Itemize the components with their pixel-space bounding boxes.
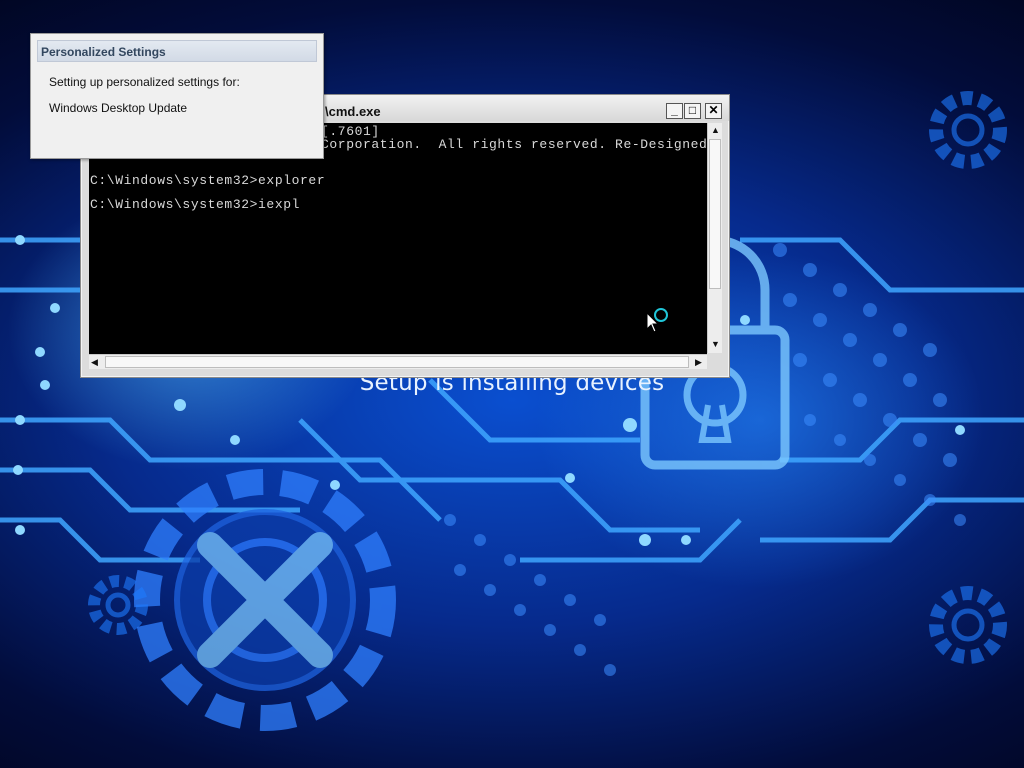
cmd-window-title: \cmd.exe [325,104,381,119]
console-line: Corporation. All rights reserved. Re-Des… [321,137,707,152]
dialog-component-name: Windows Desktop Update [49,101,188,115]
personalized-settings-dialog: Personalized Settings Setting up persona… [30,33,324,159]
vertical-scrollbar[interactable]: ▲ ▼ [707,123,722,353]
minimize-button[interactable]: _ [666,103,683,119]
dialog-title: Personalized Settings [41,45,166,59]
vertical-scroll-thumb[interactable] [709,139,721,289]
dialog-header: Personalized Settings [37,40,317,62]
scroll-right-arrow-icon[interactable]: ▶ [695,357,702,368]
dialog-message: Setting up personalized settings for: [49,75,240,89]
scroll-down-arrow-icon[interactable]: ▼ [711,339,720,349]
horizontal-scrollbar[interactable]: ◀ ▶ [89,354,707,369]
maximize-button[interactable]: □ [684,103,701,119]
busy-cursor-icon [654,308,668,322]
close-button[interactable]: ✕ [705,103,722,119]
horizontal-scroll-thumb[interactable] [105,356,689,368]
scroll-left-arrow-icon[interactable]: ◀ [91,357,98,368]
gear-icon [134,469,396,731]
scroll-up-arrow-icon[interactable]: ▲ [711,125,720,135]
console-line: C:\Windows\system32>explorer [90,173,326,188]
console-line: C:\Windows\system32>iexpl [90,197,301,212]
